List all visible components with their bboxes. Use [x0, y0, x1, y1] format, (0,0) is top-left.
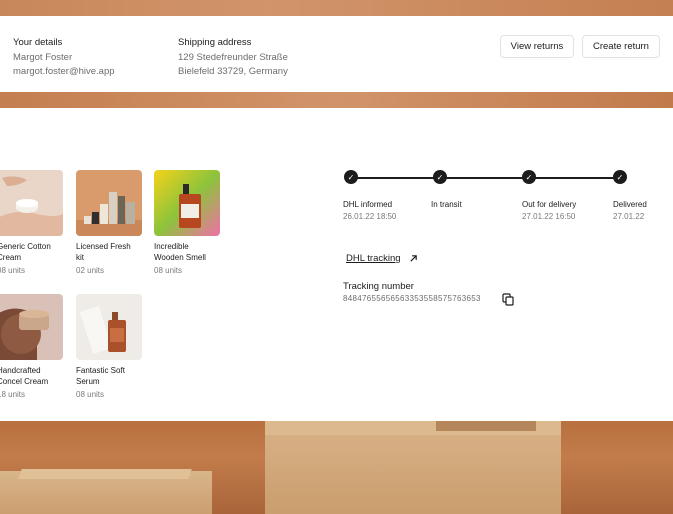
- check-icon: ✓: [433, 170, 447, 184]
- shipping-address-section: Shipping address 129 Stedefreunder Straß…: [178, 37, 288, 79]
- timeline-step-date: 27.01.22: [613, 212, 645, 221]
- shipping-address-line2: Bielefeld 33729, Germany: [178, 66, 288, 77]
- create-return-button[interactable]: Create return: [582, 35, 660, 58]
- your-details-section: Your details Margot Foster margot.foster…: [13, 37, 115, 79]
- timeline-step-date: 27.01.22 16:50: [522, 212, 576, 221]
- tracking-number-heading: Tracking number: [343, 281, 414, 292]
- product-item[interactable]: Incredible Wooden Smell 08 units: [154, 170, 234, 275]
- cardboard-box-left-flap: [18, 469, 192, 479]
- product-quantity: 18 units: [0, 390, 26, 399]
- product-name: Incredible Wooden Smell: [154, 242, 206, 262]
- copy-icon[interactable]: [502, 293, 514, 311]
- timeline-step-label: Out for delivery: [522, 200, 577, 209]
- check-icon: ✓: [613, 170, 627, 184]
- product-quantity: 08 units: [154, 266, 183, 275]
- customer-email: margot.foster@hive.app: [13, 66, 115, 77]
- product-image-fresh-kit: [76, 170, 142, 236]
- cardboard-box-right: [265, 423, 561, 514]
- background-band-middle: [0, 92, 673, 108]
- background-cardboard-boxes: [0, 421, 673, 514]
- customer-details-card: Your details Margot Foster margot.foster…: [0, 16, 673, 92]
- check-icon: ✓: [522, 170, 536, 184]
- shipping-address-heading: Shipping address: [178, 37, 252, 48]
- timeline-step-label: Delivered: [613, 200, 647, 209]
- product-image-concel-cream: [0, 294, 63, 360]
- dhl-tracking-label: DHL tracking: [346, 253, 401, 264]
- product-item[interactable]: HandcraftedConcel Cream 18 units: [0, 294, 77, 399]
- timeline-step-label: In transit: [431, 200, 462, 209]
- product-image-cotton-cream: [0, 170, 63, 236]
- product-quantity: 02 units: [76, 266, 105, 275]
- background-band-top: [0, 0, 673, 16]
- timeline-step-label: DHL informed: [343, 200, 393, 209]
- product-image-soft-serum: [76, 294, 142, 360]
- product-item[interactable]: Generic CottonCream 08 units: [0, 170, 77, 275]
- view-returns-button[interactable]: View returns: [500, 35, 574, 58]
- your-details-heading: Your details: [13, 37, 63, 48]
- product-quantity: 08 units: [76, 390, 105, 399]
- shipping-address-line1: 129 Stedefreunder Straße: [178, 52, 288, 63]
- timeline-step-date: 26.01.22 18:50: [343, 212, 397, 221]
- dhl-tracking-link[interactable]: DHL tracking: [346, 253, 418, 264]
- product-name: Handcrafted Concel Cream: [0, 366, 49, 386]
- tracking-number: 84847655656563353558575763653: [343, 294, 481, 303]
- customer-name: Margot Foster: [13, 52, 73, 63]
- product-image-wooden-smell: [154, 170, 220, 236]
- cardboard-box-tape: [436, 421, 536, 431]
- product-item[interactable]: Fantastic Soft Serum 08 units: [76, 294, 156, 399]
- arrow-up-right-icon: [409, 254, 418, 263]
- product-name: Fantastic Soft Serum: [76, 366, 125, 386]
- product-item[interactable]: Licensed Fresh kit 02 units: [76, 170, 156, 275]
- timeline-track: [350, 177, 620, 179]
- product-quantity: 08 units: [0, 266, 26, 275]
- product-name: Licensed Fresh kit: [76, 242, 131, 262]
- product-name: Generic CottonCream: [0, 242, 51, 262]
- check-icon: ✓: [344, 170, 358, 184]
